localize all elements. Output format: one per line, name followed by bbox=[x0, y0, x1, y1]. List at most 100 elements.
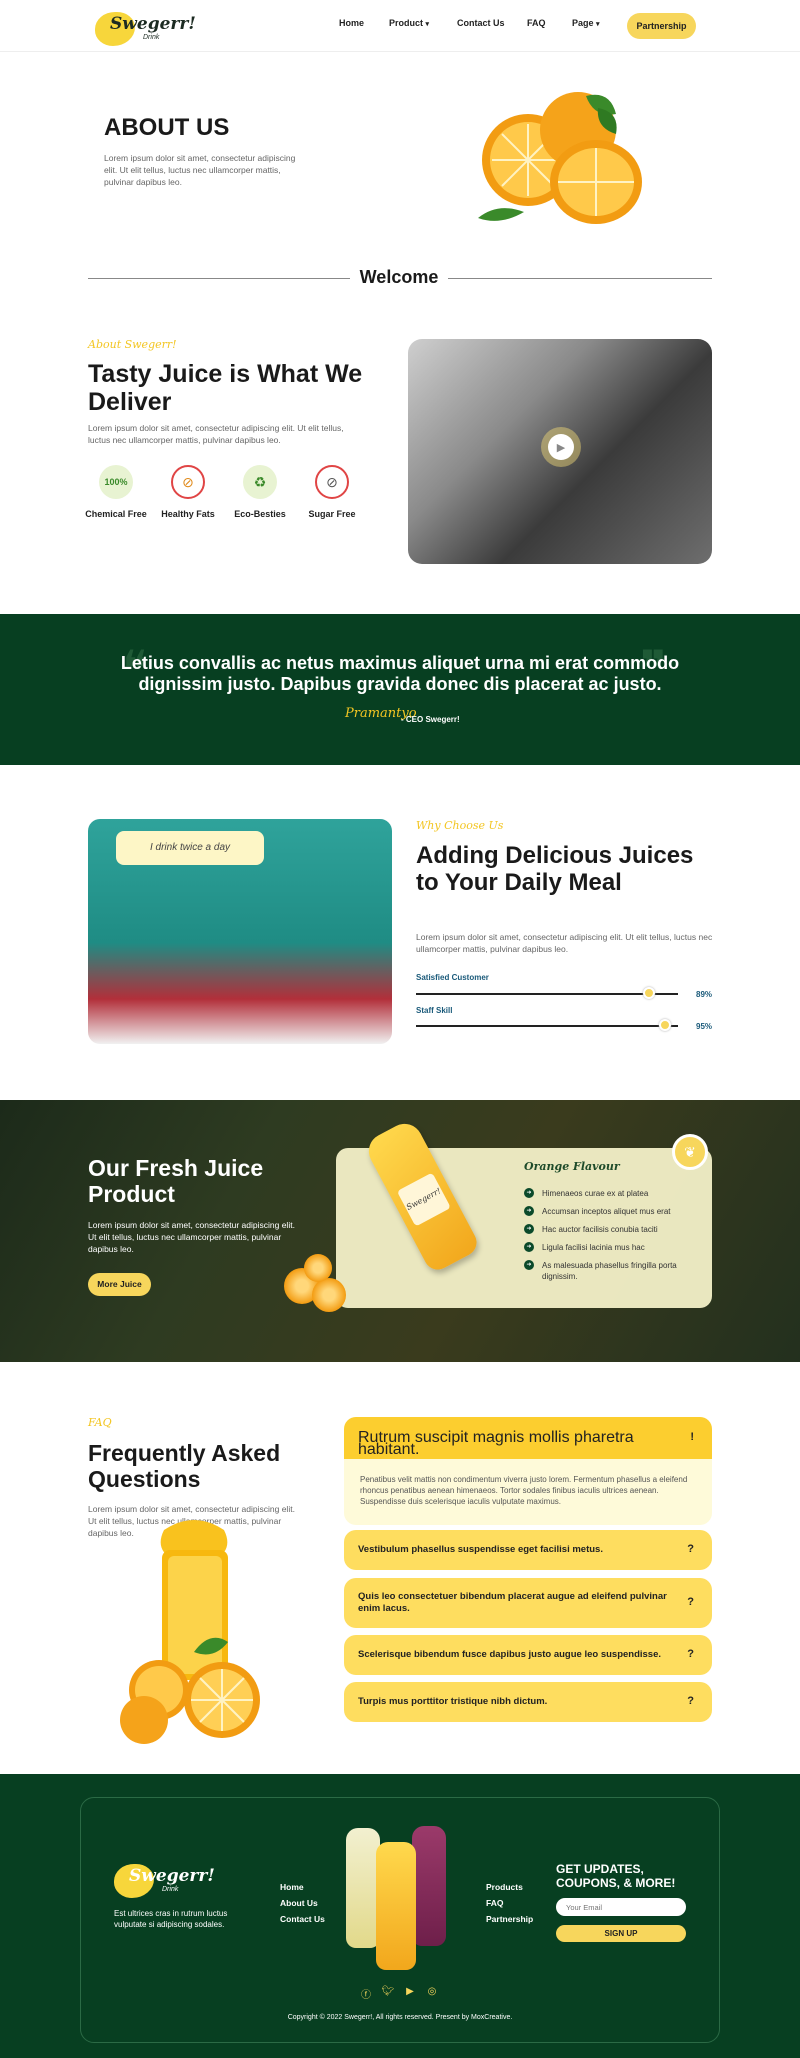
question-icon: ? bbox=[687, 1596, 694, 1608]
flavour-text: Ligula facilisi lacinia mus hac bbox=[542, 1243, 645, 1252]
skill-label: Staff Skill bbox=[416, 1006, 453, 1015]
arrow-right-icon: ➜ bbox=[524, 1242, 534, 1252]
faq-question: Rutrum suscipit magnis mollis pharetra h… bbox=[358, 1429, 634, 1458]
facebook-icon[interactable]: ⓕ bbox=[359, 1986, 373, 2001]
faq-question: Turpis mus porttitor tristique nibh dict… bbox=[358, 1696, 548, 1707]
bottle-label: Swegerr! bbox=[396, 1172, 451, 1227]
footer-link-contact[interactable]: Contact Us bbox=[280, 1914, 325, 1924]
juice-splash-image bbox=[104, 1510, 284, 1750]
quote-role: - CEO Swegerr! bbox=[401, 715, 460, 724]
feature-chemical-free: 100% Chemical Free bbox=[83, 465, 149, 520]
flavour-text: Himenaeos curae ex at platea bbox=[542, 1189, 649, 1198]
footer-logo[interactable]: Swegerr! Drink bbox=[114, 1860, 215, 1900]
question-icon: ? bbox=[687, 1543, 694, 1555]
question-icon: ? bbox=[687, 1695, 694, 1707]
flavour-item: ➜ Himenaeos curae ex at platea bbox=[524, 1188, 702, 1199]
footer-link-products[interactable]: Products bbox=[486, 1882, 523, 1892]
play-icon: ▶ bbox=[548, 434, 574, 460]
faq-question: Vestibulum phasellus suspendisse eget fa… bbox=[358, 1544, 603, 1555]
leaf-badge-icon: ❦ bbox=[672, 1134, 708, 1170]
faq-answer: Penatibus velit mattis non condimentum v… bbox=[360, 1475, 688, 1506]
flavour-item: ➜ Ligula facilisi lacinia mus hac bbox=[524, 1242, 702, 1253]
divider-line-left bbox=[88, 278, 350, 279]
product-text: Lorem ipsum dolor sit amet, consectetur … bbox=[88, 1220, 295, 1254]
logo-text: Swegerr! bbox=[110, 14, 196, 34]
logo-text: Swegerr! bbox=[129, 1866, 215, 1886]
faq-question-header[interactable]: Rutrum suscipit magnis mollis pharetra h… bbox=[344, 1417, 712, 1459]
question-icon: ? bbox=[687, 1648, 694, 1660]
flavour-title: Orange Flavour bbox=[524, 1160, 620, 1173]
logo[interactable]: Swegerr! Drink bbox=[95, 8, 196, 46]
email-field[interactable] bbox=[556, 1898, 686, 1916]
twitter-icon[interactable]: 🐦︎ bbox=[381, 1986, 395, 2000]
divider-line-right bbox=[448, 278, 712, 279]
footer-text: Est ultrices cras in rutrum luctus vulpu… bbox=[114, 1909, 228, 1929]
signup-button[interactable]: SIGN UP bbox=[556, 1925, 686, 1942]
feature-eco-besties: ♻ Eco-Besties bbox=[227, 465, 293, 520]
faq-eyebrow: FAQ bbox=[88, 1416, 112, 1429]
feature-label: Healthy Fats bbox=[161, 509, 215, 519]
nav-contact[interactable]: Contact Us bbox=[457, 18, 505, 28]
orange-slices-image bbox=[284, 1254, 354, 1312]
footer-link-partnership[interactable]: Partnership bbox=[486, 1914, 533, 1924]
play-button[interactable]: ▶ bbox=[541, 427, 581, 467]
skill-percent: 95% bbox=[696, 1022, 713, 1031]
skill-bar-track bbox=[416, 993, 678, 995]
footer-link-faq[interactable]: FAQ bbox=[486, 1898, 503, 1908]
faq-question: Scelerisque bibendum fusce dapibus justo… bbox=[358, 1649, 662, 1660]
updates-title: GET UPDATES, COUPONS, & MORE! bbox=[556, 1862, 676, 1890]
about-text: Lorem ipsum dolor sit amet, consectetur … bbox=[104, 153, 296, 187]
faq-item[interactable]: Vestibulum phasellus suspendisse eget fa… bbox=[344, 1530, 712, 1570]
youtube-icon[interactable]: ▶ bbox=[403, 1986, 417, 2000]
leaf-100-icon: 100% bbox=[99, 465, 133, 499]
flavour-item: ➜ Accumsan inceptos aliquet mus erat bbox=[524, 1206, 702, 1217]
nav-faq[interactable]: FAQ bbox=[527, 18, 546, 28]
arrow-right-icon: ➜ bbox=[524, 1206, 534, 1216]
arrow-right-icon: ➜ bbox=[524, 1188, 534, 1198]
exclamation-icon: ! bbox=[690, 1431, 694, 1443]
why-title: Adding Delicious Juices to Your Daily Me… bbox=[416, 842, 694, 896]
welcome-heading: Welcome bbox=[359, 267, 439, 287]
about-title: ABOUT US bbox=[104, 114, 230, 141]
chevron-down-icon: ▾ bbox=[596, 21, 600, 28]
woman-drinking-photo: I drink twice a day bbox=[88, 819, 392, 1044]
orange-slices-image bbox=[468, 90, 668, 230]
faq-title: Frequently Asked Questions bbox=[88, 1440, 281, 1492]
skill-label: Satisfied Customer bbox=[416, 973, 489, 982]
nav-product[interactable]: Product ▾ bbox=[389, 18, 429, 28]
product-title: Our Fresh Juice Product bbox=[88, 1155, 264, 1207]
nav-home[interactable]: Home bbox=[339, 18, 364, 28]
instagram-icon[interactable]: ◎ bbox=[425, 1986, 439, 2000]
about-eyebrow: About Swegerr! bbox=[88, 338, 177, 351]
footer-link-about[interactable]: About Us bbox=[280, 1898, 318, 1908]
tasty-text: Lorem ipsum dolor sit amet, consectetur … bbox=[88, 423, 344, 445]
chevron-down-icon: ▾ bbox=[425, 21, 430, 28]
feature-label: Eco-Besties bbox=[234, 509, 286, 519]
skill-percent: 89% bbox=[696, 990, 713, 999]
footer-link-home[interactable]: Home bbox=[280, 1882, 304, 1892]
more-juice-button[interactable]: More Juice bbox=[88, 1273, 151, 1296]
faq-item[interactable]: Turpis mus porttitor tristique nibh dict… bbox=[344, 1682, 712, 1722]
flavour-text: Accumsan inceptos aliquet mus erat bbox=[542, 1207, 671, 1216]
skill-bar-track bbox=[416, 1025, 678, 1027]
feature-label: Sugar Free bbox=[308, 509, 356, 519]
recycle-icon: ♻ bbox=[243, 465, 277, 499]
feature-label: Chemical Free bbox=[85, 509, 147, 519]
copyright-text: Copyright © 2022 Swegerr!, All rights re… bbox=[287, 2014, 513, 2021]
faq-item-open[interactable]: Rutrum suscipit magnis mollis pharetra h… bbox=[344, 1417, 712, 1525]
skill-knob bbox=[643, 987, 656, 999]
nav-product-label: Product bbox=[389, 18, 424, 28]
speech-bubble: I drink twice a day bbox=[116, 831, 264, 865]
nav-page-label: Page bbox=[572, 18, 594, 28]
faq-item[interactable]: Scelerisque bibendum fusce dapibus justo… bbox=[344, 1635, 712, 1675]
flavour-item: ➜ Hac auctor facilisis conubia taciti bbox=[524, 1224, 702, 1235]
nav-page[interactable]: Page ▾ bbox=[572, 18, 600, 28]
partnership-button[interactable]: Partnership bbox=[627, 13, 696, 39]
feature-healthy-fats: ⊘ Healthy Fats bbox=[155, 465, 221, 520]
logo-subtext: Drink bbox=[162, 1886, 179, 1893]
video-thumbnail[interactable]: ▶ bbox=[408, 339, 712, 564]
feature-sugar-free: ⊘ Sugar Free bbox=[299, 465, 365, 520]
no-fat-icon: ⊘ bbox=[171, 465, 205, 499]
faq-item[interactable]: Quis leo consectetuer bibendum placerat … bbox=[344, 1578, 712, 1628]
flavour-text: As malesuada phasellus fringilla porta d… bbox=[542, 1261, 677, 1281]
